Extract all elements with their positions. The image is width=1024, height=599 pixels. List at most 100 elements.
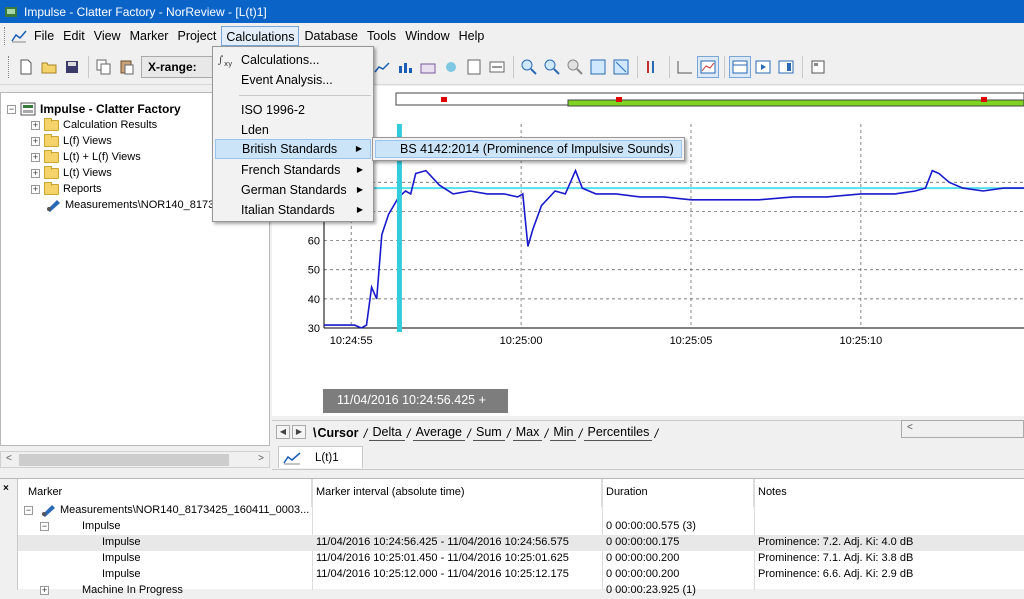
table-row[interactable]: + Machine In Progress 0 00:00:23.925 (1) [18, 583, 1024, 599]
tab-lt1[interactable]: L(t)1 [278, 446, 363, 468]
table-row[interactable]: − Measurements\NOR140_8173425_160411_000… [18, 503, 1024, 519]
marker-icon[interactable] [642, 56, 664, 78]
scroll-thumb[interactable] [19, 454, 229, 466]
submenu-arrow-icon: ▶ [357, 181, 363, 199]
star-icon[interactable] [440, 56, 462, 78]
save-icon[interactable] [61, 56, 83, 78]
properties-icon[interactable] [807, 56, 829, 78]
tab-percentiles[interactable]: Percentiles [584, 425, 652, 441]
marker-cell: Impulse [82, 520, 121, 532]
menu-item-lden[interactable]: Lden [241, 121, 371, 141]
measurement-icon [40, 503, 56, 517]
submenu-arrow-icon: ▶ [356, 140, 362, 158]
tree-item-lt-lf-views[interactable]: + L(t) + L(f) Views [31, 149, 141, 165]
copy-icon[interactable] [93, 56, 115, 78]
app-icon [4, 5, 18, 19]
table-row[interactable]: Impulse 11/04/2016 10:25:12.000 - 11/04/… [18, 567, 1024, 583]
tab-prev-icon[interactable]: ◀ [276, 425, 290, 439]
document-chart-icon[interactable] [11, 29, 27, 43]
menu-bar: File Edit View Marker Project Calculatio… [0, 23, 1024, 49]
tree-item-measurements[interactable]: Measurements\NOR140_8173 [45, 197, 214, 213]
expand-icon[interactable]: + [31, 121, 40, 130]
submenu-arrow-icon: ▶ [357, 201, 363, 219]
tree-item-reports[interactable]: + Reports [31, 181, 102, 197]
tab-sum[interactable]: Sum [473, 425, 505, 441]
zoom-in-icon[interactable] [518, 56, 540, 78]
tab-next-icon[interactable]: ▶ [292, 425, 306, 439]
x-tick-label: 10:24:55 [330, 335, 373, 347]
tab-min[interactable]: Min [550, 425, 576, 441]
zoom-icon[interactable] [564, 56, 586, 78]
open-icon[interactable] [38, 56, 60, 78]
menu-item-british-standards[interactable]: British Standards ▶ [215, 139, 371, 159]
menu-item-event-analysis[interactable]: Event Analysis... [241, 71, 371, 91]
x-tick-label: 10:25:00 [500, 335, 543, 347]
menu-project[interactable]: Project [173, 26, 220, 46]
panel-grip: × [0, 479, 18, 590]
menu-view[interactable]: View [90, 26, 125, 46]
bar-chart-icon[interactable] [394, 56, 416, 78]
zoom-fit-icon[interactable] [587, 56, 609, 78]
scroll-left-icon[interactable]: < [907, 422, 913, 433]
tab-cursor[interactable]: Cursor [310, 426, 361, 441]
tab-average[interactable]: Average [413, 425, 465, 441]
panel-icon[interactable] [775, 56, 797, 78]
new-icon[interactable] [15, 56, 37, 78]
table-row[interactable]: − Impulse 0 00:00:00.575 (3) [18, 519, 1024, 535]
expand-icon[interactable]: + [31, 185, 40, 194]
zoom-out-icon[interactable] [541, 56, 563, 78]
menu-item-calculations[interactable]: Calculations... [241, 51, 371, 71]
menu-calculations[interactable]: Calculations [221, 26, 299, 46]
tab-max[interactable]: Max [513, 425, 543, 441]
expand-icon[interactable]: + [31, 169, 40, 178]
report-icon[interactable] [463, 56, 485, 78]
menu-edit[interactable]: Edit [59, 26, 89, 46]
collapse-icon[interactable]: − [40, 520, 53, 532]
close-icon[interactable]: × [3, 483, 9, 494]
collapse-icon[interactable]: − [24, 504, 37, 516]
tree-root[interactable]: − Impulse - Clatter Factory [7, 101, 181, 117]
menu-file[interactable]: File [30, 26, 58, 46]
marker-strip [396, 93, 1024, 106]
menu-window[interactable]: Window [401, 26, 453, 46]
expand-icon[interactable]: + [31, 137, 40, 146]
menu-tools[interactable]: Tools [363, 26, 400, 46]
menu-item-italian-standards[interactable]: Italian Standards ▶ [241, 201, 371, 221]
play-icon[interactable] [752, 56, 774, 78]
table-view-icon[interactable] [729, 56, 751, 78]
chart-icon[interactable] [371, 56, 393, 78]
table-row[interactable]: Impulse 11/04/2016 10:24:56.425 - 11/04/… [18, 535, 1024, 551]
chart-area[interactable]: 30405060708010:24:5510:25:0010:25:0510:2… [272, 86, 1024, 416]
tree-item-calculation-results[interactable]: + Calculation Results [31, 117, 157, 133]
expand-icon[interactable]: + [40, 584, 53, 596]
expand-icon[interactable]: + [31, 153, 40, 162]
graph-view-icon[interactable] [697, 56, 719, 78]
menu-help[interactable]: Help [455, 26, 489, 46]
calculation-icon: ∫xy [217, 52, 233, 68]
xrange-field[interactable]: X-range: [141, 56, 221, 78]
menu-item-french-standards[interactable]: French Standards ▶ [241, 161, 371, 181]
scroll-right-icon[interactable]: > [258, 453, 264, 464]
range-icon[interactable] [486, 56, 508, 78]
collapse-icon[interactable]: − [7, 105, 16, 114]
paste-icon[interactable] [116, 56, 138, 78]
tree-item-lt-views[interactable]: + L(t) Views [31, 165, 112, 181]
zoom-all-icon[interactable] [610, 56, 632, 78]
x-tick-label: 10:25:05 [670, 335, 713, 347]
level-time-chart[interactable]: 30405060708010:24:5510:25:0010:25:0510:2… [272, 86, 1024, 386]
tab-delta[interactable]: Delta [369, 425, 404, 441]
axis-icon[interactable] [674, 56, 696, 78]
tree-item-lf-views[interactable]: + L(f) Views [31, 133, 112, 149]
scroll-left-icon[interactable]: < [6, 453, 12, 464]
menu-item-german-standards[interactable]: German Standards ▶ [241, 181, 371, 201]
menu-item-bs4142[interactable]: BS 4142:2014 (Prominence of Impulsive So… [375, 140, 682, 158]
table-row[interactable]: Impulse 11/04/2016 10:25:01.450 - 11/04/… [18, 551, 1024, 567]
menu-item-iso-1996-2[interactable]: ISO 1996-2 [241, 101, 371, 121]
menu-database[interactable]: Database [300, 26, 362, 46]
spectrum-icon[interactable] [417, 56, 439, 78]
marker-green-bar [568, 100, 1024, 106]
tree-horizontal-scrollbar[interactable]: < > [0, 451, 270, 468]
menu-marker[interactable]: Marker [126, 26, 173, 46]
chart-horizontal-scrollbar[interactable]: < [901, 420, 1024, 438]
interval-cell: 11/04/2016 10:25:01.450 - 11/04/2016 10:… [316, 552, 569, 564]
